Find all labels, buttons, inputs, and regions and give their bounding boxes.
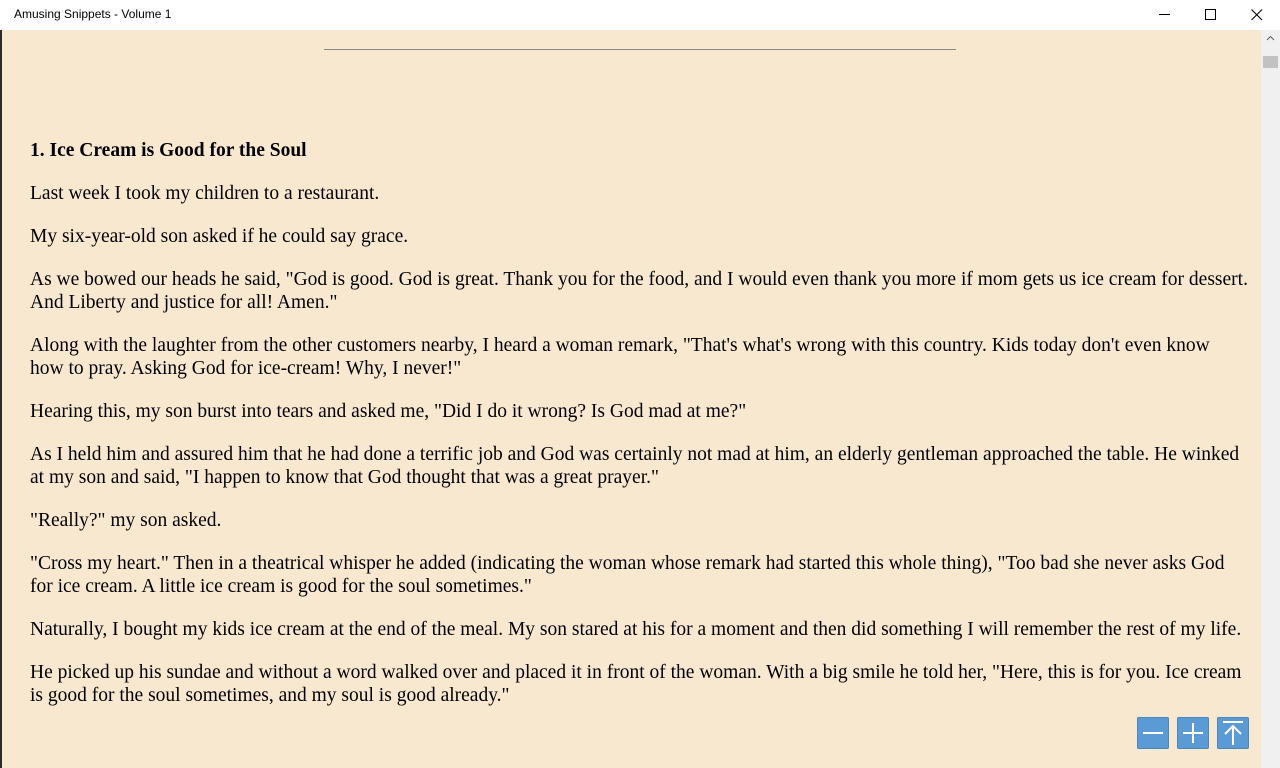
window-title: Amusing Snippets - Volume 1 <box>14 7 172 21</box>
article-heading: 1. Ice Cream is Good for the Soul <box>30 140 307 161</box>
minimize-icon <box>1159 14 1170 15</box>
scroll-thumb[interactable] <box>1263 56 1278 68</box>
article: 1. Ice Cream is Good for the Soul Last w… <box>30 139 1248 727</box>
minus-icon <box>1143 732 1163 734</box>
app-window: Amusing Snippets - Volume 1 1. Ice Cream… <box>0 0 1280 768</box>
plus-icon <box>1183 723 1203 743</box>
close-button[interactable] <box>1234 0 1280 30</box>
title-bar[interactable]: Amusing Snippets - Volume 1 <box>0 0 1280 30</box>
paragraph: Along with the laughter from the other c… <box>30 335 1210 379</box>
paragraph: Naturally, I bought my kids ice cream at… <box>30 619 1242 640</box>
scroll-up-button[interactable] <box>1261 30 1280 47</box>
paragraph: He picked up his sundae and without a wo… <box>30 662 1242 706</box>
paragraph: As I held him and assured him that he ha… <box>30 444 1240 488</box>
close-icon <box>1251 9 1263 21</box>
increase-font-button[interactable] <box>1177 717 1209 749</box>
maximize-button[interactable] <box>1188 0 1234 30</box>
minimize-button[interactable] <box>1142 0 1188 30</box>
arrow-to-top-icon <box>1223 721 1243 745</box>
paragraph: Hearing this, my son burst into tears an… <box>30 401 747 422</box>
scroll-to-top-button[interactable] <box>1217 717 1249 749</box>
maximize-icon <box>1205 9 1216 20</box>
decrease-font-button[interactable] <box>1137 717 1169 749</box>
top-divider <box>324 49 956 50</box>
vertical-scrollbar[interactable] <box>1261 30 1280 768</box>
paragraph: My six-year-old son asked if he could sa… <box>30 226 409 247</box>
chevron-up-icon <box>1266 35 1275 41</box>
paragraph: As we bowed our heads he said, "God is g… <box>30 269 1248 313</box>
paragraph: Last week I took my children to a restau… <box>30 183 380 204</box>
paragraph: "Really?" my son asked. <box>30 510 222 531</box>
reading-pane[interactable]: 1. Ice Cream is Good for the Soul Last w… <box>2 30 1261 768</box>
paragraph: "Cross my heart." Then in a theatrical w… <box>30 553 1225 597</box>
